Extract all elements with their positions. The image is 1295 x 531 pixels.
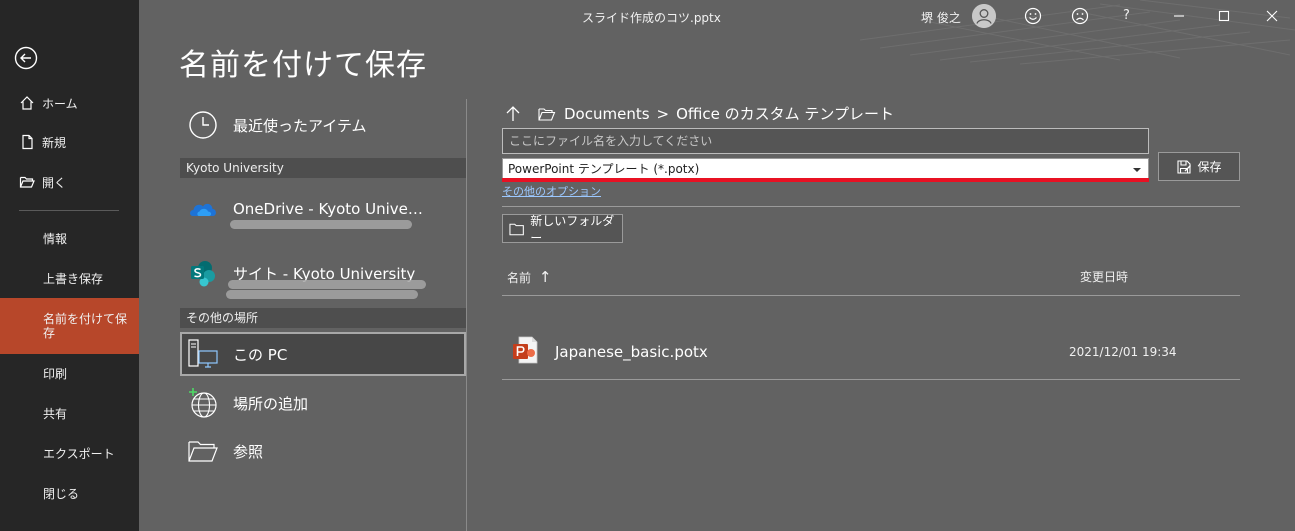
file-row-divider — [502, 379, 1240, 380]
file-modified-date: 2021/12/01 19:34 — [1069, 345, 1177, 359]
column-divider — [466, 99, 467, 531]
breadcrumb-documents[interactable]: Documents — [564, 105, 650, 123]
location-recent[interactable]: 最近使ったアイテム — [180, 102, 466, 148]
globe-add-icon — [189, 388, 217, 418]
close-window-icon[interactable] — [1263, 7, 1281, 25]
nav-divider — [19, 210, 119, 211]
save-button[interactable]: 保存 — [1158, 152, 1240, 181]
home-icon — [20, 96, 34, 110]
nav-share[interactable]: 共有 — [0, 393, 139, 433]
column-header-name[interactable]: 名前 ↑ — [507, 268, 551, 286]
new-folder-label: 新しいフォルダー — [530, 213, 615, 245]
browse-folder-icon — [188, 441, 218, 462]
powerpoint-file-icon — [513, 336, 538, 364]
back-arrow-icon[interactable] — [14, 46, 38, 70]
redacted-account-text — [230, 220, 412, 229]
nav-save-as[interactable]: 名前を付けて保存 — [0, 298, 139, 354]
nav-open[interactable]: 開く — [0, 162, 139, 202]
filename-input[interactable] — [502, 128, 1149, 154]
sort-ascending-arrow-icon: ↑ — [538, 268, 552, 286]
document-title: スライド作成のコツ.pptx — [582, 11, 721, 25]
highlight-underline — [502, 178, 1149, 182]
nav-share-label: 共有 — [43, 406, 68, 421]
up-folder-arrow-icon[interactable] — [504, 105, 522, 123]
more-options-link[interactable]: その他のオプション — [502, 183, 601, 199]
folder-icon — [538, 107, 556, 121]
redacted-site-text-2 — [226, 290, 418, 299]
nav-close-label: 閉じる — [43, 486, 80, 501]
nav-close[interactable]: 閉じる — [0, 473, 139, 513]
nav-print-label: 印刷 — [43, 366, 68, 381]
open-folder-icon — [19, 176, 35, 188]
location-add-place[interactable]: 場所の追加 — [180, 380, 466, 426]
user-avatar-icon[interactable] — [972, 4, 996, 28]
header-divider — [502, 295, 1240, 296]
location-this-pc-label: この PC — [233, 345, 288, 364]
computer-icon — [188, 339, 218, 368]
nav-save[interactable]: 上書き保存 — [0, 258, 139, 298]
breadcrumb-separator: > — [656, 104, 670, 123]
save-button-label: 保存 — [1197, 160, 1222, 174]
location-recent-label: 最近使ったアイテム — [233, 116, 367, 135]
section-header-other-places: その他の場所 — [180, 308, 466, 328]
nav-open-label: 開く — [42, 175, 67, 190]
location-this-pc[interactable]: この PC — [180, 332, 466, 376]
sharepoint-icon — [191, 261, 215, 287]
nav-new-label: 新規 — [42, 135, 67, 150]
column-header-modified[interactable]: 変更日時 — [1080, 268, 1128, 285]
nav-export-label: エクスポート — [43, 446, 115, 461]
nav-export[interactable]: エクスポート — [0, 433, 139, 473]
nav-info-label: 情報 — [43, 231, 68, 246]
maximize-icon[interactable] — [1215, 7, 1233, 25]
nav-print[interactable]: 印刷 — [0, 353, 139, 393]
location-browse-label: 参照 — [233, 442, 264, 461]
nav-new[interactable]: 新規 — [0, 122, 139, 162]
backstage-nav: ホーム 新規 開く 情報 上書き保存 名前を付けて保存 印刷 共有 エクスポート… — [0, 0, 139, 531]
help-button[interactable]: ? — [1123, 8, 1130, 23]
file-name: Japanese_basic.potx — [555, 343, 708, 361]
minimize-icon[interactable] — [1170, 7, 1188, 25]
new-document-icon — [22, 134, 33, 150]
redacted-site-text — [228, 280, 426, 289]
dropdown-arrow-icon — [1133, 168, 1141, 172]
onedrive-cloud-icon — [190, 203, 216, 216]
nav-info[interactable]: 情報 — [0, 218, 139, 258]
nav-home-label: ホーム — [42, 96, 78, 111]
new-folder-button[interactable]: 新しいフォルダー — [502, 213, 623, 245]
nav-save-label: 上書き保存 — [43, 271, 104, 286]
file-row[interactable]: Japanese_basic.potx 2021/12/01 19:34 — [502, 328, 1240, 376]
location-onedrive-label: OneDrive - Kyoto Unive… — [233, 200, 423, 218]
new-folder-icon — [509, 223, 524, 235]
location-browse[interactable]: 参照 — [180, 428, 466, 474]
user-name[interactable]: 堺 俊之 — [921, 9, 961, 26]
options-divider — [502, 206, 1240, 207]
nav-home[interactable]: ホーム — [0, 83, 139, 123]
column-name-label: 名前 — [507, 271, 532, 285]
smile-feedback-icon[interactable] — [1024, 7, 1042, 25]
breadcrumb-custom-templates[interactable]: Office のカスタム テンプレート — [676, 103, 894, 124]
section-header-organization: Kyoto University — [180, 158, 466, 178]
nav-save-as-label: 名前を付けて保存 — [43, 312, 128, 340]
breadcrumb: Documents > Office のカスタム テンプレート — [504, 103, 894, 124]
clock-icon — [189, 111, 217, 139]
save-disk-icon — [1177, 159, 1192, 174]
page-title: 名前を付けて保存 — [179, 48, 427, 83]
frown-feedback-icon[interactable] — [1071, 7, 1089, 25]
location-add-place-label: 場所の追加 — [233, 394, 309, 413]
filetype-selected-value: PowerPoint テンプレート (*.potx) — [508, 162, 700, 176]
